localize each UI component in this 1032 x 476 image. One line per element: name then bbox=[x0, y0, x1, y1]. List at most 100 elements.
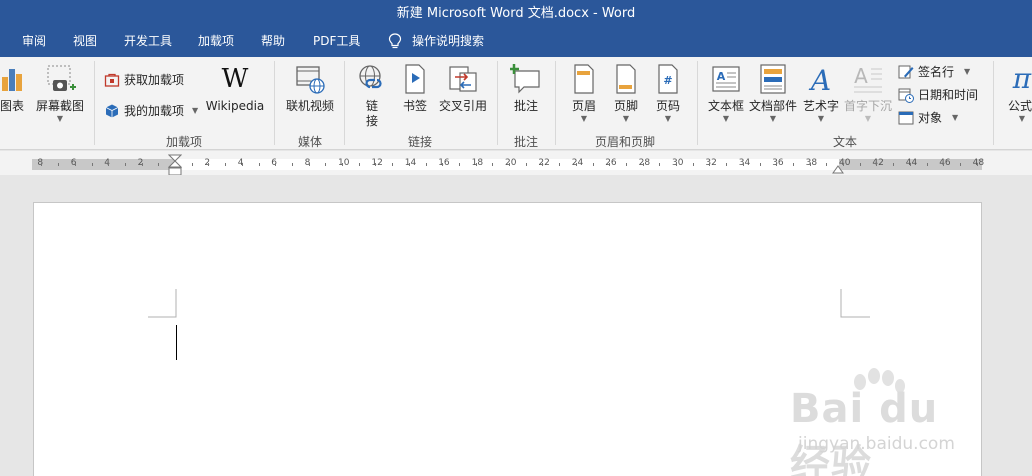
ruler-number: 28 bbox=[638, 158, 651, 168]
ruler-tick bbox=[158, 163, 160, 166]
tell-me-search[interactable]: 操作说明搜索 bbox=[388, 32, 484, 49]
ruler-tick bbox=[542, 163, 544, 166]
page-number-icon: # bbox=[652, 63, 684, 95]
screenshot-button[interactable]: 屏幕截图 ▼ bbox=[34, 63, 86, 124]
horizontal-ruler[interactable]: 8 6 4 2 2 4 6 8 10 12 14 16 18 20 22 24 26 28 30 32 34 36 38 40… bbox=[0, 151, 1032, 176]
ruler-tick bbox=[876, 163, 878, 166]
date-time-label: 日期和时间 bbox=[918, 88, 979, 102]
drop-cap-button[interactable]: A 首字下沉 ▼ bbox=[843, 63, 893, 124]
separator bbox=[344, 61, 345, 145]
ruler-number: 16 bbox=[438, 158, 450, 168]
chart-button[interactable]: 图表 bbox=[0, 63, 30, 114]
quick-parts-button[interactable]: 文档部件 ▼ bbox=[748, 63, 798, 124]
bookmark-label: 书签 bbox=[402, 99, 427, 113]
signature-line-label: 签名行 bbox=[918, 65, 955, 79]
tab-addins[interactable]: 加载项 bbox=[198, 32, 234, 49]
screenshot-label: 屏幕截图 bbox=[35, 99, 84, 113]
equation-button[interactable]: π 公式 ▼ bbox=[1002, 63, 1032, 124]
chart-label: 图表 bbox=[0, 99, 24, 113]
object-button[interactable]: 对象 ▼ bbox=[898, 109, 958, 126]
link-button[interactable]: 链 接 bbox=[354, 63, 390, 129]
ruler-number: 36 bbox=[772, 158, 784, 168]
tab-view[interactable]: 视图 bbox=[73, 32, 97, 49]
online-video-icon bbox=[294, 63, 326, 95]
ruler-tick bbox=[375, 163, 377, 166]
my-addins-button[interactable]: 我的加载项 ▼ bbox=[104, 102, 198, 119]
header-icon bbox=[568, 63, 600, 95]
page-number-dropdown-icon[interactable]: ▼ bbox=[650, 114, 686, 124]
ruler-number: 38 bbox=[805, 158, 818, 168]
header-button[interactable]: 页眉 ▼ bbox=[566, 63, 602, 124]
ruler-tick bbox=[91, 163, 93, 166]
calendar-clock-icon bbox=[898, 87, 914, 103]
margin-corner-top-left bbox=[148, 289, 177, 318]
svg-text:#: # bbox=[663, 74, 672, 87]
comment-add-icon bbox=[509, 63, 542, 95]
wikipedia-icon: W bbox=[221, 64, 249, 94]
baidu-watermark: Bai du 经验 jingyan.baidu.com bbox=[790, 368, 990, 476]
ruler-tick bbox=[74, 163, 76, 166]
separator bbox=[274, 61, 275, 145]
ruler-tick bbox=[342, 163, 343, 166]
cross-reference-label: 交叉引用 bbox=[438, 99, 487, 113]
my-addins-dropdown-icon[interactable]: ▼ bbox=[192, 106, 198, 115]
object-dropdown-icon[interactable]: ▼ bbox=[952, 113, 958, 122]
right-indent-marker-icon[interactable] bbox=[832, 164, 844, 174]
ruler-tick bbox=[325, 163, 327, 166]
separator bbox=[94, 61, 95, 145]
quick-parts-icon bbox=[757, 63, 789, 95]
text-box-dropdown-icon[interactable]: ▼ bbox=[706, 114, 746, 124]
screenshot-icon bbox=[44, 63, 76, 95]
ruler-number: 24 bbox=[571, 158, 584, 168]
link-globe-icon bbox=[356, 63, 388, 95]
group-label-media: 媒体 bbox=[297, 135, 322, 149]
ruler-tick bbox=[225, 163, 227, 166]
tell-me-label: 操作说明搜索 bbox=[412, 34, 485, 48]
wordart-dropdown-icon[interactable]: ▼ bbox=[800, 114, 842, 124]
equation-label: 公式 bbox=[1008, 99, 1032, 113]
ruler-number: 10 bbox=[338, 158, 350, 168]
tab-help[interactable]: 帮助 bbox=[261, 32, 285, 49]
online-video-button[interactable]: 联机视频 bbox=[282, 63, 338, 114]
quick-parts-dropdown-icon[interactable]: ▼ bbox=[748, 114, 798, 124]
text-box-button[interactable]: A 文本框 ▼ bbox=[706, 63, 746, 124]
text-box-icon: A bbox=[710, 63, 742, 95]
ruler-number: 14 bbox=[404, 158, 417, 168]
get-addins-button[interactable]: 获取加载项 bbox=[104, 71, 184, 88]
ruler-tick bbox=[358, 163, 360, 166]
object-icon bbox=[898, 110, 914, 126]
equation-dropdown-icon[interactable]: ▼ bbox=[1002, 114, 1032, 124]
separator bbox=[697, 61, 698, 145]
ruler-tick bbox=[41, 163, 43, 166]
new-comment-label: 批注 bbox=[513, 99, 538, 113]
tab-developer[interactable]: 开发工具 bbox=[124, 32, 172, 49]
bookmark-icon bbox=[399, 63, 431, 95]
drop-cap-dropdown-icon[interactable]: ▼ bbox=[843, 114, 893, 124]
screenshot-dropdown-icon[interactable]: ▼ bbox=[34, 114, 86, 124]
cross-reference-button[interactable]: 交叉引用 bbox=[437, 63, 489, 114]
new-comment-button[interactable]: 批注 bbox=[507, 63, 545, 114]
tab-review[interactable]: 审阅 bbox=[22, 32, 46, 49]
ruler-tick bbox=[909, 163, 911, 166]
page-number-button[interactable]: # 页码 ▼ bbox=[650, 63, 686, 124]
get-addins-label: 获取加载项 bbox=[124, 73, 185, 87]
footer-label: 页脚 bbox=[613, 99, 638, 113]
title-bar: 新建 Microsoft Word 文档.docx - Word bbox=[0, 0, 1032, 22]
header-label: 页眉 bbox=[571, 99, 596, 113]
wikipedia-button[interactable]: W Wikipedia bbox=[204, 63, 266, 114]
window-title: 新建 Microsoft Word 文档.docx - Word bbox=[396, 6, 636, 21]
bookmark-button[interactable]: 书签 bbox=[398, 63, 432, 114]
ruler-tick bbox=[442, 163, 444, 166]
date-time-button[interactable]: 日期和时间 bbox=[898, 86, 978, 103]
footer-button[interactable]: 页脚 ▼ bbox=[608, 63, 644, 124]
signature-line-dropdown-icon[interactable]: ▼ bbox=[964, 67, 970, 76]
header-dropdown-icon[interactable]: ▼ bbox=[566, 114, 602, 124]
wordart-button[interactable]: A 艺术字 ▼ bbox=[800, 63, 842, 124]
signature-line-button[interactable]: 签名行 ▼ bbox=[898, 63, 970, 80]
ruler-tick bbox=[943, 163, 945, 166]
tab-pdf-tools[interactable]: PDF工具 bbox=[313, 32, 360, 49]
footer-dropdown-icon[interactable]: ▼ bbox=[608, 114, 644, 124]
text-box-label: 文本框 bbox=[707, 99, 744, 113]
ruler-tick bbox=[642, 163, 644, 166]
ruler-tick bbox=[492, 163, 494, 166]
